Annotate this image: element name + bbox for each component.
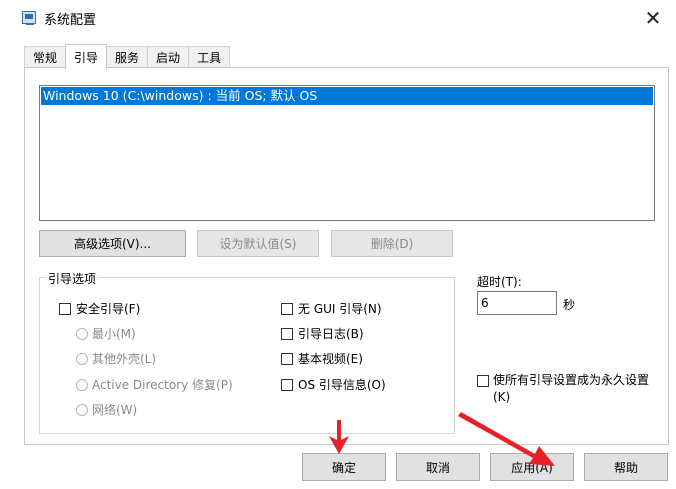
tab-general[interactable]: 常规 xyxy=(24,46,67,68)
base-video-label: 基本视频(E) xyxy=(298,352,363,366)
timeout-input[interactable]: 6 xyxy=(477,291,557,315)
base-video-checkbox[interactable]: 基本视频(E) xyxy=(281,350,363,367)
safe-boot-label: 安全引导(F) xyxy=(76,302,141,316)
radio-network-label: 网络(W) xyxy=(92,403,138,417)
no-gui-boot-label: 无 GUI 引导(N) xyxy=(298,302,382,316)
timeout-unit: 秒 xyxy=(563,298,576,312)
system-config-icon xyxy=(22,11,36,25)
checkbox-box[interactable] xyxy=(281,352,293,365)
tab-tools[interactable]: 工具 xyxy=(188,46,231,68)
boot-options-group: 引导选项 安全引导(F) 最小(M) 其他外壳(L) Active Direct… xyxy=(39,270,455,434)
radio-ad-repair[interactable]: Active Directory 修复(P) xyxy=(76,376,233,393)
os-boot-info-checkbox[interactable]: OS 引导信息(O) xyxy=(281,376,386,393)
tab-services[interactable]: 服务 xyxy=(106,46,149,68)
os-list-item[interactable]: Windows 10 (C:\windows) : 当前 OS; 默认 OS xyxy=(41,87,653,105)
checkbox-box[interactable] xyxy=(281,302,293,315)
boot-options-title: 引导选项 xyxy=(46,270,99,287)
radio-alternate-shell-label: 其他外壳(L) xyxy=(92,352,157,366)
radio-minimal-label: 最小(M) xyxy=(92,327,136,341)
radio-circle[interactable] xyxy=(76,378,88,391)
tab-startup[interactable]: 启动 xyxy=(147,46,190,68)
safe-boot-checkbox[interactable]: 安全引导(F) xyxy=(59,300,140,317)
boot-log-label: 引导日志(B) xyxy=(298,327,364,341)
permanent-settings-label: 使所有引导设置成为永久设置 xyxy=(493,373,650,387)
radio-ad-repair-label: Active Directory 修复(P) xyxy=(92,378,233,392)
annotation-arrow-ok xyxy=(329,420,349,454)
window-title: 系统配置 xyxy=(44,13,97,28)
radio-alternate-shell[interactable]: 其他外壳(L) xyxy=(76,350,156,367)
checkbox-box[interactable] xyxy=(281,327,293,340)
timeout-label: 超时(T): xyxy=(477,275,522,289)
os-boot-info-label: OS 引导信息(O) xyxy=(298,378,386,392)
checkbox-box[interactable] xyxy=(281,378,293,391)
radio-circle[interactable] xyxy=(76,352,88,365)
close-button[interactable]: ✕ xyxy=(630,0,676,36)
os-list[interactable]: Windows 10 (C:\windows) : 当前 OS; 默认 OS xyxy=(39,85,655,221)
no-gui-boot-checkbox[interactable]: 无 GUI 引导(N) xyxy=(281,300,382,317)
help-button[interactable]: 帮助 xyxy=(584,453,668,481)
set-default-button[interactable]: 设为默认值(S) xyxy=(197,230,319,257)
radio-minimal[interactable]: 最小(M) xyxy=(76,325,136,342)
advanced-options-button[interactable]: 高级选项(V)... xyxy=(39,230,186,257)
radio-circle[interactable] xyxy=(76,327,88,340)
permanent-settings-accelerator: (K) xyxy=(493,390,511,404)
boot-log-checkbox[interactable]: 引导日志(B) xyxy=(281,325,364,342)
radio-circle[interactable] xyxy=(76,403,88,416)
delete-button[interactable]: 删除(D) xyxy=(331,230,453,257)
annotation-arrow-apply xyxy=(458,412,555,466)
checkbox-box[interactable] xyxy=(477,375,489,387)
title-bar: 系统配置 ✕ xyxy=(0,0,676,36)
tab-boot[interactable]: 引导 xyxy=(65,44,108,69)
boot-tab-panel: Windows 10 (C:\windows) : 当前 OS; 默认 OS 高… xyxy=(24,67,669,445)
tab-strip: 常规 引导 服务 启动 工具 xyxy=(24,44,231,69)
radio-network[interactable]: 网络(W) xyxy=(76,401,137,418)
checkbox-box[interactable] xyxy=(59,302,71,315)
